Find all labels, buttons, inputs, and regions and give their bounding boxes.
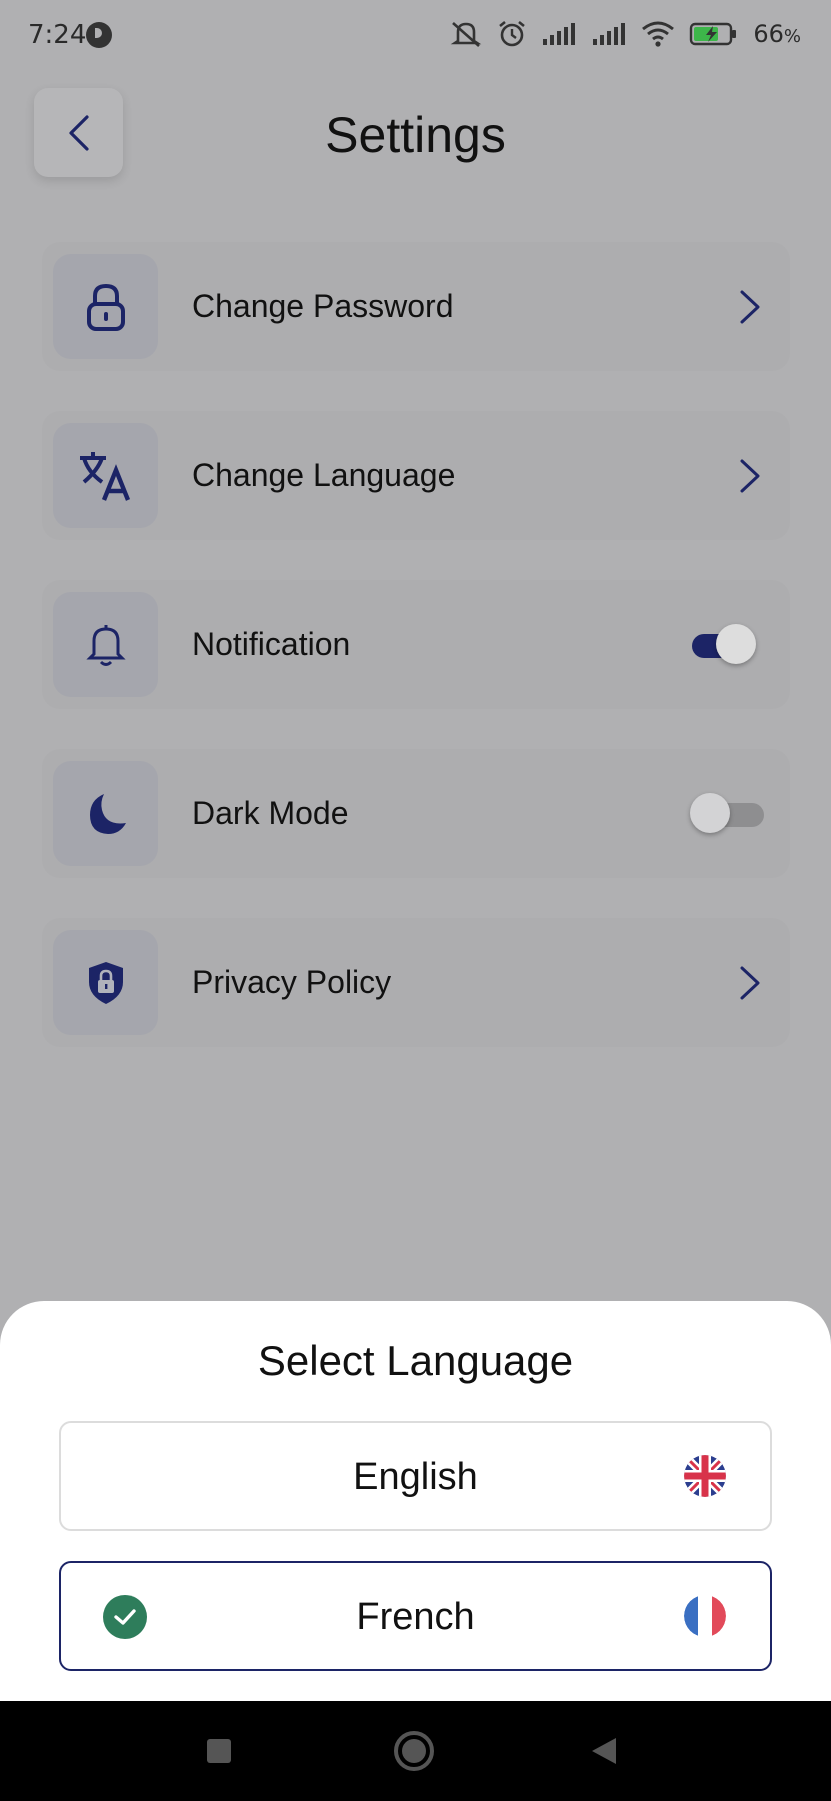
settings-item-change-language[interactable]: Change Language	[42, 411, 790, 540]
chevron-right-icon	[740, 966, 760, 1000]
battery-percent-suffix: %	[783, 26, 801, 47]
shield-lock-icon-box	[53, 930, 158, 1035]
battery-charging-icon	[690, 22, 737, 46]
moon-icon-box	[53, 761, 158, 866]
toggle-knob	[716, 624, 756, 664]
bell-icon	[85, 624, 126, 666]
status-bar: 7:24 66%	[0, 0, 831, 70]
settings-item-label: Change Language	[192, 457, 456, 493]
battery-percent: 66%	[753, 20, 801, 48]
home-circle-icon	[394, 1731, 434, 1771]
mute-icon	[451, 22, 482, 47]
settings-list: Change Password Change Language Notifica…	[42, 242, 790, 1087]
settings-item-dark-mode: Dark Mode	[42, 749, 790, 878]
chevron-right-icon	[740, 290, 760, 324]
settings-item-label: Privacy Policy	[192, 964, 392, 1000]
recents-button[interactable]	[169, 1701, 269, 1801]
language-bottom-sheet: Select Language English French	[0, 1301, 831, 1701]
moon-icon	[89, 793, 126, 834]
settings-item-label: Dark Mode	[192, 795, 349, 831]
dark-mode-toggle[interactable]	[688, 793, 764, 833]
settings-item-notification: Notification	[42, 580, 790, 709]
translate-icon	[79, 451, 130, 501]
sheet-title: Select Language	[257, 1337, 574, 1384]
bell-icon-box	[53, 592, 158, 697]
notification-toggle[interactable]	[688, 624, 756, 664]
signal-icon	[543, 23, 576, 45]
page-title: Settings	[325, 107, 506, 163]
settings-item-change-password[interactable]: Change Password	[42, 242, 790, 371]
settings-item-privacy-policy[interactable]: Privacy Policy	[42, 918, 790, 1047]
settings-item-label: Notification	[192, 626, 351, 662]
uk-flag-icon	[684, 1455, 726, 1497]
language-option-label: English	[353, 1456, 478, 1498]
language-option-french[interactable]: French	[59, 1561, 772, 1671]
status-icons: 66%	[449, 16, 801, 52]
back-triangle-icon	[592, 1738, 616, 1764]
app-notification-icon	[86, 22, 112, 48]
wifi-icon	[642, 21, 675, 47]
alarm-icon	[499, 20, 526, 47]
translate-icon-box	[53, 423, 158, 528]
france-flag-icon	[684, 1595, 726, 1637]
back-nav-button[interactable]	[554, 1701, 654, 1801]
language-option-label: French	[356, 1596, 475, 1638]
lock-icon-box	[53, 254, 158, 359]
chevron-right-icon	[740, 459, 760, 493]
system-nav-bar	[0, 1701, 831, 1801]
recents-square-icon	[207, 1739, 231, 1763]
language-option-english[interactable]: English	[59, 1421, 772, 1531]
toggle-knob	[690, 793, 730, 833]
home-button[interactable]	[364, 1701, 464, 1801]
lock-icon	[86, 283, 125, 331]
shield-lock-icon	[88, 961, 123, 1004]
signal-icon-2	[593, 23, 626, 45]
battery-percent-value: 66	[753, 20, 784, 48]
status-time: 7:24	[28, 20, 87, 50]
settings-item-label: Change Password	[192, 288, 454, 324]
